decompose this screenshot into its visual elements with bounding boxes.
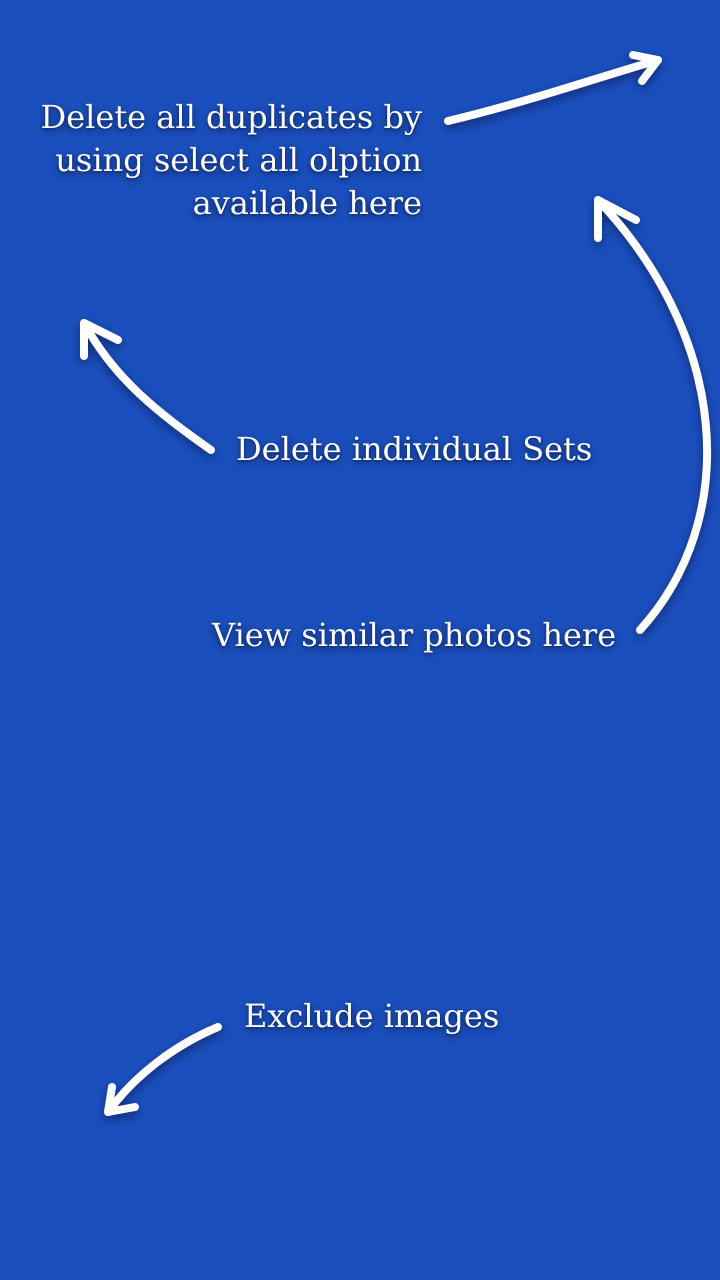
tutorial-overlay[interactable]: Delete all duplicates by using select al… bbox=[0, 0, 720, 1280]
arrow-up-right-icon bbox=[444, 51, 662, 125]
hint-arrows bbox=[80, 51, 712, 1116]
arrow-up-left-icon bbox=[80, 319, 215, 454]
arrow-down-left-icon bbox=[104, 1023, 222, 1116]
arrow-curved-up-icon bbox=[594, 196, 712, 634]
